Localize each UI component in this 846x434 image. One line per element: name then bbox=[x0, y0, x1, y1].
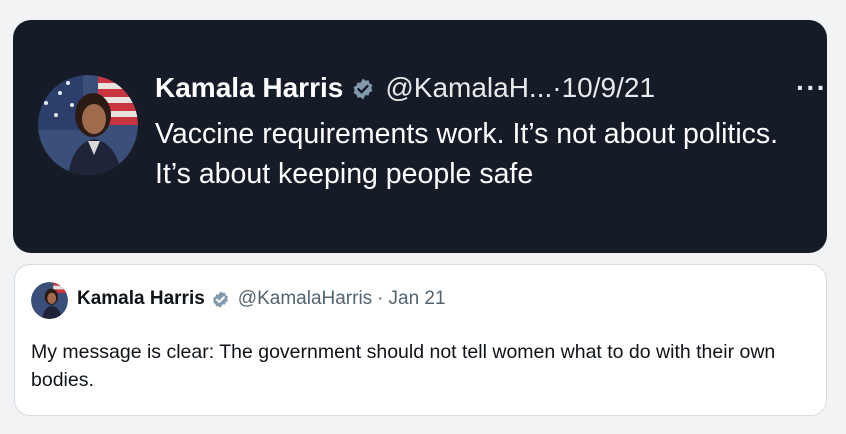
quoted-tweet-date[interactable]: Jan 21 bbox=[389, 288, 446, 310]
tweet-header: Kamala Harris @KamalaH... · 10/9/21 bbox=[155, 72, 806, 104]
quoted-tweet-text: My message is clear: The government shou… bbox=[31, 341, 776, 391]
quoted-avatar-photo bbox=[31, 282, 68, 319]
tweet-date[interactable]: 10/9/21 bbox=[562, 72, 655, 104]
quoted-author-handle[interactable]: @KamalaHarris bbox=[238, 288, 372, 310]
verified-badge-icon bbox=[211, 290, 230, 309]
quoted-meta-separator: · bbox=[377, 288, 384, 309]
avatar[interactable] bbox=[38, 75, 138, 175]
avatar-photo bbox=[38, 75, 138, 175]
tweet-text: Vaccine requirements work. It’s not abou… bbox=[155, 118, 779, 190]
more-options-icon[interactable]: ··· bbox=[796, 72, 827, 104]
author-handle[interactable]: @KamalaH... bbox=[385, 72, 552, 104]
quoted-tweet-header: Kamala Harris @KamalaHarris · Jan 21 bbox=[77, 285, 446, 313]
meta-separator: · bbox=[552, 72, 562, 103]
verified-badge-icon bbox=[351, 76, 375, 100]
author-name[interactable]: Kamala Harris bbox=[155, 72, 343, 104]
quoted-author-name[interactable]: Kamala Harris bbox=[77, 288, 205, 310]
quoted-avatar[interactable] bbox=[31, 282, 68, 319]
